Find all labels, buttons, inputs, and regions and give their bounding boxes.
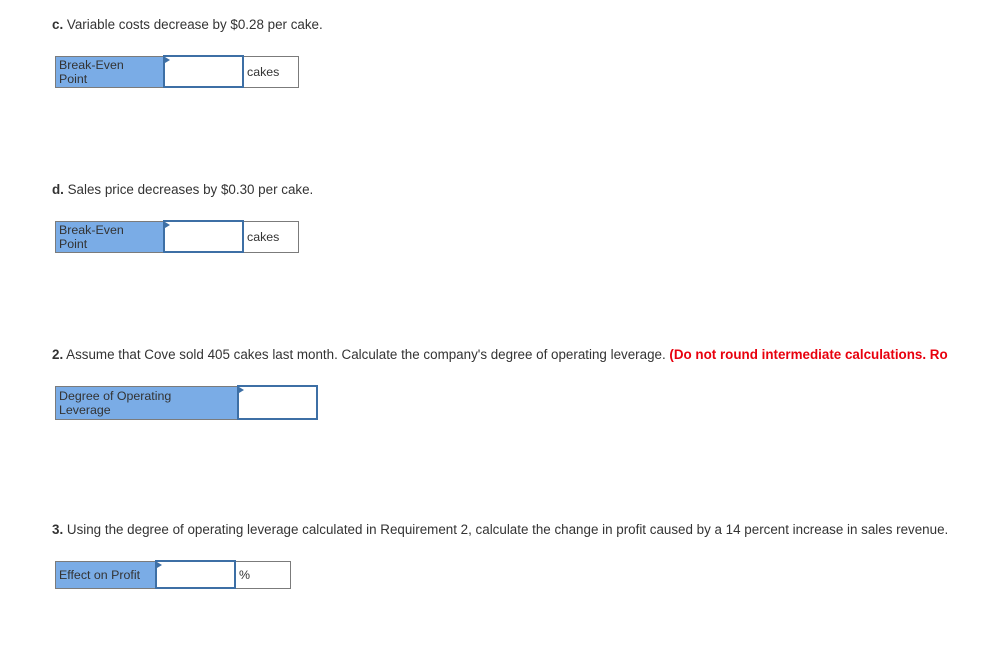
break-even-input-cell[interactable] [163, 55, 244, 88]
effect-on-profit-input[interactable] [157, 562, 234, 587]
unit-label: % [234, 560, 291, 589]
question-text: Sales price decreases by $0.30 per cake. [63, 182, 314, 197]
question-prefix: d. [52, 182, 64, 197]
question-prefix: 3. [52, 522, 64, 537]
row-label-break-even: Break-Even Point [55, 55, 165, 88]
question-part-c: c. Variable costs decrease by $0.28 per … [52, 17, 323, 33]
row-label-line1: Degree of Operating [59, 388, 172, 403]
row-label-effect-on-profit: Effect on Profit [55, 560, 157, 589]
row-label-line1: Break-Even [59, 222, 124, 237]
answer-marker-icon [157, 562, 162, 568]
break-even-input-c[interactable] [165, 57, 242, 86]
row-label-line1: Break-Even [59, 57, 124, 72]
question-text: Using the degree of operating leverage c… [63, 522, 949, 537]
question-req-3: 3. Using the degree of operating leverag… [52, 522, 948, 538]
answer-table-req-2: Degree of Operating Leverage [55, 385, 318, 420]
row-label-line2: Point [59, 71, 88, 86]
answer-table-part-c: Break-Even Point cakes [55, 55, 299, 88]
dol-input-cell[interactable] [237, 385, 318, 420]
effect-input-cell[interactable] [155, 560, 236, 589]
question-text: Assume that Cove sold 405 cakes last mon… [63, 347, 670, 362]
answer-table-req-3: Effect on Profit % [55, 560, 291, 589]
question-prefix: 2. [52, 347, 64, 362]
break-even-input-cell[interactable] [163, 220, 244, 253]
rounding-warning: (Do not round intermediate calculations.… [669, 347, 948, 362]
answer-marker-icon [239, 387, 244, 393]
question-prefix: c. [52, 17, 64, 32]
dol-input[interactable] [239, 387, 316, 418]
row-label-break-even: Break-Even Point [55, 220, 165, 253]
question-part-d: d. Sales price decreases by $0.30 per ca… [52, 182, 313, 198]
answer-table-part-d: Break-Even Point cakes [55, 220, 299, 253]
unit-label: cakes [242, 55, 299, 88]
break-even-input-d[interactable] [165, 222, 242, 251]
question-req-2: 2. Assume that Cove sold 405 cakes last … [52, 347, 948, 363]
row-label-dol: Degree of Operating Leverage [55, 385, 239, 420]
row-label-line2: Point [59, 236, 88, 251]
unit-label: cakes [242, 220, 299, 253]
answer-marker-icon [165, 57, 170, 63]
question-text: Variable costs decrease by $0.28 per cak… [63, 17, 323, 32]
answer-marker-icon [165, 222, 170, 228]
row-label-line2: Leverage [59, 402, 111, 417]
